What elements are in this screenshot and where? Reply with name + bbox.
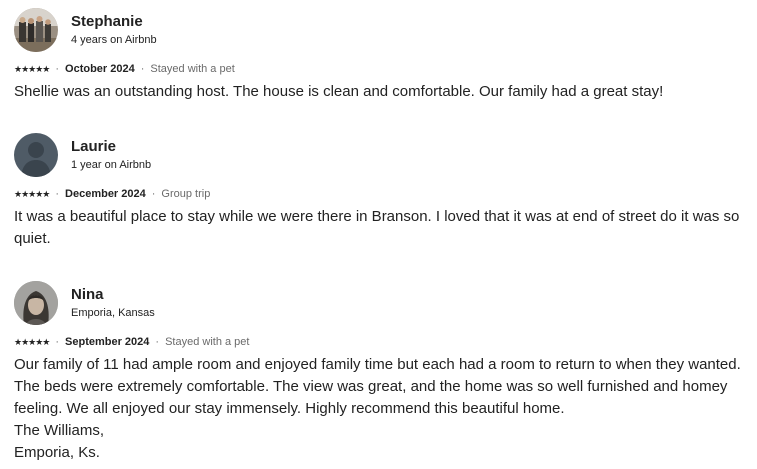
- trip-type: Stayed with a pet: [165, 336, 250, 348]
- separator-dot: ·: [55, 336, 60, 348]
- review-meta: ★★★★★ · December 2024 · Group trip: [14, 187, 749, 201]
- review-header: Stephanie 4 years on Airbnb: [14, 8, 749, 52]
- review-date: September 2024: [65, 336, 150, 348]
- review-card: Stephanie 4 years on Airbnb ★★★★★ · Octo…: [14, 8, 749, 103]
- review-text: It was a beautiful place to stay while w…: [14, 208, 740, 247]
- avatar[interactable]: [14, 281, 58, 325]
- reviewer-name: Laurie: [71, 138, 117, 155]
- review-meta: ★★★★★ · September 2024 · Stayed with a p…: [14, 335, 749, 349]
- reviewer-name: Stephanie: [71, 13, 143, 30]
- trip-type: Group trip: [161, 188, 211, 200]
- star-rating: ★★★★★: [14, 337, 50, 347]
- review-date: December 2024: [65, 188, 146, 200]
- reviewer-info: Nina Emporia, Kansas: [71, 285, 155, 321]
- star-rating: ★★★★★: [14, 189, 50, 199]
- review-header: Laurie 1 year on Airbnb: [14, 133, 749, 177]
- avatar[interactable]: [14, 8, 58, 52]
- reviewer-tenure: 4 years on Airbnb: [71, 34, 157, 46]
- separator-dot: ·: [140, 63, 145, 75]
- reviewer-name: Nina: [71, 286, 104, 303]
- review-date: October 2024: [65, 63, 135, 75]
- review-header: Nina Emporia, Kansas: [14, 281, 749, 325]
- review-card: Nina Emporia, Kansas ★★★★★ · September 2…: [14, 281, 749, 464]
- review-meta: ★★★★★ · October 2024 · Stayed with a pet: [14, 62, 749, 76]
- trip-type: Stayed with a pet: [150, 63, 235, 75]
- avatar[interactable]: [14, 133, 58, 177]
- review-card: Laurie 1 year on Airbnb ★★★★★ · December…: [14, 133, 749, 250]
- star-rating: ★★★★★: [14, 64, 50, 74]
- reviewer-info: Laurie 1 year on Airbnb: [71, 137, 151, 173]
- reviewer-tenure: 1 year on Airbnb: [71, 159, 152, 171]
- separator-dot: ·: [55, 63, 60, 75]
- reviewer-info: Stephanie 4 years on Airbnb: [71, 12, 157, 48]
- review-text: Our family of 11 had ample room and enjo…: [14, 356, 741, 461]
- review-text: Shellie was an outstanding host. The hou…: [14, 83, 664, 100]
- separator-dot: ·: [55, 188, 60, 200]
- separator-dot: ·: [151, 188, 156, 200]
- reviewer-location: Emporia, Kansas: [71, 307, 155, 319]
- separator-dot: ·: [155, 336, 160, 348]
